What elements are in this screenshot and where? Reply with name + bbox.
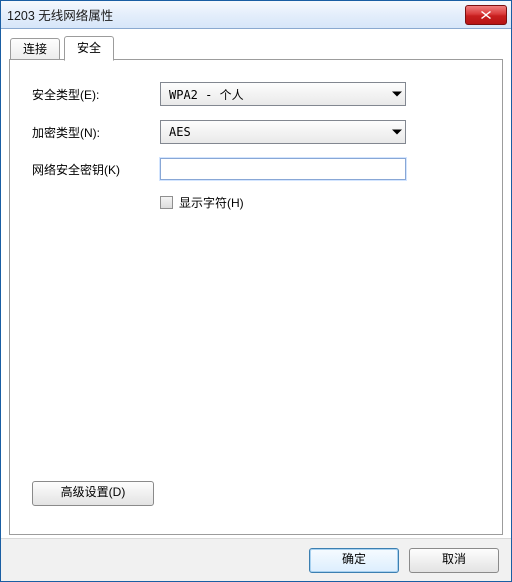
ok-button[interactable]: 确定 (309, 548, 399, 573)
tab-strip: 连接 安全 (9, 36, 503, 60)
tab-connect[interactable]: 连接 (10, 38, 60, 61)
dialog-footer: 确定 取消 (1, 538, 511, 581)
close-button[interactable] (465, 5, 507, 25)
row-encryption-type: 加密类型(N): AES (32, 120, 480, 144)
row-security-type: 安全类型(E): WPA2 - 个人 (32, 82, 480, 106)
client-area: 连接 安全 安全类型(E): WPA2 - 个人 加密类型(N): (9, 36, 503, 535)
input-network-key[interactable] (160, 158, 406, 180)
cancel-button-label: 取消 (442, 552, 466, 566)
combo-encryption-type-value: AES (169, 125, 191, 139)
window-title: 1203 无线网络属性 (7, 5, 113, 24)
row-network-key: 网络安全密钥(K) (32, 158, 480, 180)
checkbox-show-chars[interactable] (160, 196, 173, 209)
tab-panel-security: 安全类型(E): WPA2 - 个人 加密类型(N): AES (9, 59, 503, 535)
combo-security-type[interactable]: WPA2 - 个人 (160, 82, 406, 106)
combo-security-type-value: WPA2 - 个人 (169, 86, 244, 103)
advanced-settings-label: 高级设置(D) (61, 485, 126, 499)
advanced-settings-button[interactable]: 高级设置(D) (32, 481, 154, 506)
row-show-chars: 显示字符(H) (160, 194, 480, 211)
label-show-chars: 显示字符(H) (179, 194, 244, 211)
cancel-button[interactable]: 取消 (409, 548, 499, 573)
title-bar: 1203 无线网络属性 (1, 1, 511, 29)
tab-security[interactable]: 安全 (64, 36, 114, 61)
label-encryption-type: 加密类型(N): (32, 124, 160, 141)
tab-security-label: 安全 (77, 41, 101, 55)
label-network-key: 网络安全密钥(K) (32, 161, 160, 178)
close-icon (481, 11, 491, 19)
ok-button-label: 确定 (342, 552, 366, 566)
combo-encryption-type[interactable]: AES (160, 120, 406, 144)
dialog-window: 1203 无线网络属性 连接 安全 安全类型(E): WPA2 - 个人 (0, 0, 512, 582)
tab-connect-label: 连接 (23, 42, 47, 56)
label-security-type: 安全类型(E): (32, 86, 160, 103)
